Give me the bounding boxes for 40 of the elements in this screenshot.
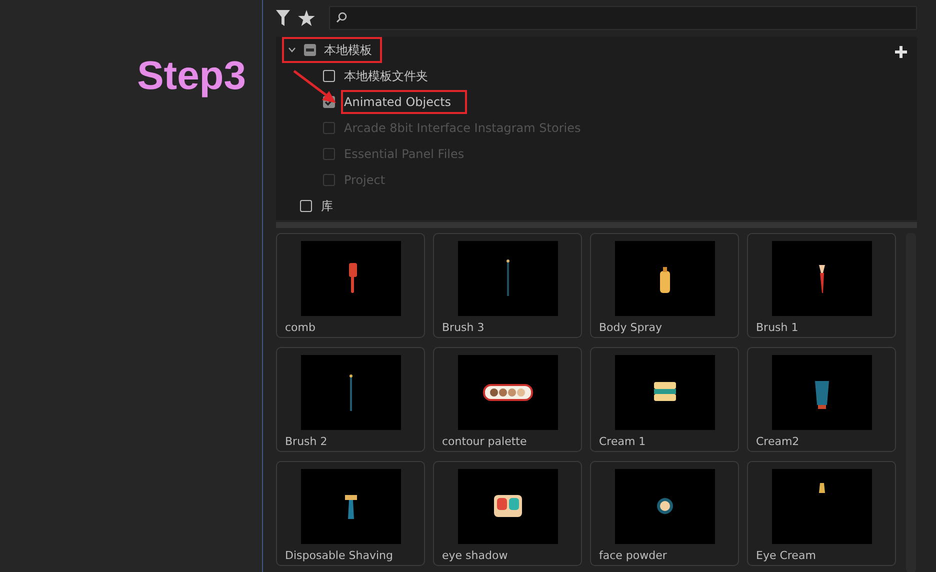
template-card[interactable]: Cream2 bbox=[747, 347, 896, 452]
template-name: Cream2 bbox=[756, 435, 800, 448]
checkbox[interactable] bbox=[304, 44, 316, 56]
template-card[interactable]: contour palette bbox=[433, 347, 582, 452]
template-name: eye shadow bbox=[442, 549, 508, 562]
template-card[interactable]: Brush 1 bbox=[747, 233, 896, 338]
chevron-icon[interactable] bbox=[288, 47, 296, 53]
template-name: Brush 1 bbox=[756, 321, 798, 334]
template-card[interactable]: Brush 2 bbox=[276, 347, 425, 452]
template-name: contour palette bbox=[442, 435, 527, 448]
search-field[interactable] bbox=[329, 6, 917, 30]
star-icon[interactable] bbox=[298, 10, 315, 26]
template-card[interactable]: Disposable Shaving bbox=[276, 461, 425, 566]
minus-icon bbox=[306, 48, 314, 52]
template-card[interactable]: Body Spray bbox=[590, 233, 739, 338]
template-name: Body Spray bbox=[599, 321, 662, 334]
add-icon[interactable] bbox=[895, 43, 907, 55]
template-name: Brush 2 bbox=[285, 435, 328, 448]
annotation-arrow bbox=[292, 69, 338, 105]
template-name: Cream 1 bbox=[599, 435, 646, 448]
checkbox[interactable] bbox=[323, 70, 335, 82]
filter-icon[interactable] bbox=[276, 10, 290, 26]
template-name: Brush 3 bbox=[442, 321, 484, 334]
template-name: Disposable Shaving bbox=[285, 549, 393, 562]
template-card[interactable]: face powder bbox=[590, 461, 739, 566]
template-name: face powder bbox=[599, 549, 667, 562]
template-card[interactable]: Eye Cream bbox=[747, 461, 896, 566]
template-card[interactable]: comb bbox=[276, 233, 425, 338]
template-name: Eye Cream bbox=[756, 549, 816, 562]
tree-label[interactable]: Animated Objects bbox=[341, 90, 468, 114]
tree-label[interactable]: 本地模板文件夹 bbox=[341, 62, 444, 90]
template-card[interactable]: Brush 3 bbox=[433, 233, 582, 338]
tree-label[interactable]: 本地模板 bbox=[324, 42, 372, 58]
step-label: Step3 bbox=[137, 53, 246, 99]
search-icon bbox=[336, 12, 347, 23]
tree-label[interactable]: 库 bbox=[318, 192, 349, 220]
checkbox[interactable] bbox=[300, 200, 312, 212]
template-card[interactable]: Cream 1 bbox=[590, 347, 739, 452]
template-card[interactable]: eye shadow bbox=[433, 461, 582, 566]
template-name: comb bbox=[285, 321, 316, 334]
